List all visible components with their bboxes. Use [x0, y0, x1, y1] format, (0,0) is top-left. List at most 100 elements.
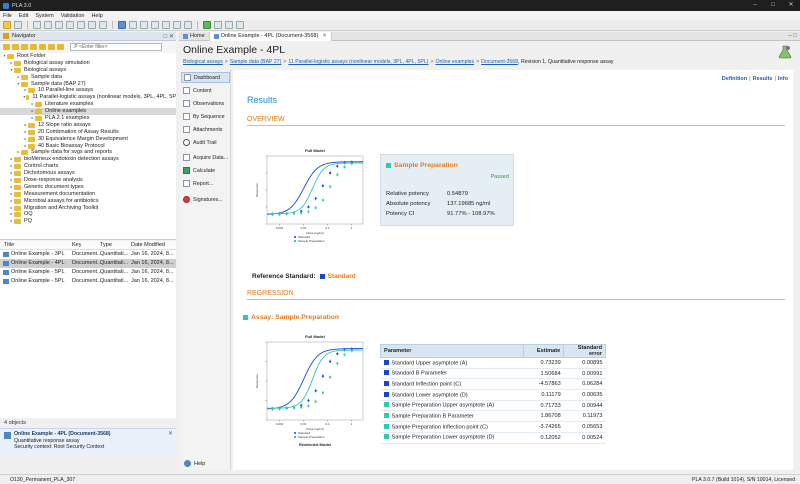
breadcrumb-online-examples[interactable]: Online examples	[435, 59, 474, 65]
tree-item[interactable]: ▸ Control charts	[0, 163, 176, 170]
nav-audit-trail[interactable]: Audit Trail	[181, 137, 230, 148]
settings-icon[interactable]	[236, 21, 244, 29]
results-link[interactable]: Results	[753, 76, 773, 82]
tree-item[interactable]: ▸ Dose-response analysis	[0, 177, 176, 184]
properties-icon[interactable]	[129, 21, 137, 29]
folder-open-icon[interactable]	[30, 44, 37, 50]
help-link[interactable]: Help	[184, 460, 205, 467]
view-links: Definition | Results | Info	[721, 76, 788, 82]
back-icon[interactable]	[214, 21, 222, 29]
folder-icon[interactable]	[3, 44, 10, 50]
menu-file[interactable]: File	[3, 13, 12, 19]
tree-item[interactable]: ▾ Sample data (BAP 27)	[0, 81, 176, 88]
menu-validation[interactable]: Validation	[61, 13, 85, 19]
tree-item[interactable]: ▸ Microbial assays for antibiotics	[0, 198, 176, 205]
filter-input[interactable]: .P <Enter filter>	[70, 43, 162, 51]
export-icon[interactable]	[162, 21, 170, 29]
copy-icon[interactable]	[44, 21, 52, 29]
tree-item[interactable]: ▸ bioMérieux endotoxin detection assays	[0, 156, 176, 163]
close-icon[interactable]: ✕	[782, 0, 800, 11]
tree-item[interactable]: ▸ Dichotomous assays	[0, 170, 176, 177]
tree-item[interactable]: ▸ Online examples	[0, 108, 176, 116]
menu-edit[interactable]: Edit	[19, 13, 28, 19]
redo-icon[interactable]	[88, 21, 96, 29]
nav-acquire-data[interactable]: Acquire Data...	[181, 152, 230, 163]
print-icon[interactable]	[99, 21, 107, 29]
tree-item[interactable]: ▸ PQ	[0, 218, 176, 225]
tree-item[interactable]: ▸ 10 Parallel-line assays	[0, 87, 176, 94]
tree-item[interactable]: ▸ Literature examples	[0, 101, 176, 108]
lock-icon[interactable]	[184, 21, 192, 29]
delete-icon[interactable]	[66, 21, 74, 29]
nav-report[interactable]: Report...	[181, 178, 230, 189]
tree-item[interactable]: ▸ Measurement documentation	[0, 191, 176, 198]
breadcrumb-document[interactable]: Document-3568	[481, 59, 518, 65]
folder-up-icon[interactable]	[12, 44, 19, 50]
folder-new-icon[interactable]	[21, 44, 28, 50]
tree-item[interactable]: ▸ 30 Equivalence Margin Development	[0, 136, 176, 143]
tab-online-example-4pl[interactable]: Online Example - 4PL (Document-3568) ✕	[209, 32, 332, 41]
breadcrumb-sample-data[interactable]: Sample data (BAP 27)	[230, 59, 282, 65]
column-date-modified[interactable]: Date Modified	[131, 241, 165, 250]
menu-help[interactable]: Help	[91, 13, 102, 19]
nav-by-sequence[interactable]: By Sequence	[181, 111, 230, 122]
standard-error-cell: 0.00635	[563, 389, 606, 401]
tree-item[interactable]: ▸ Sample data	[0, 74, 176, 81]
nav-signatures[interactable]: Signatures...	[181, 194, 230, 205]
summary-close-icon[interactable]: ✕	[168, 431, 173, 438]
tree-item[interactable]: ▸ PLA 2.1 examples	[0, 115, 176, 122]
nav-observations[interactable]: Observations	[181, 98, 230, 109]
nav-dashboard[interactable]: Dashboard	[181, 72, 230, 83]
folder-link-icon[interactable]	[57, 44, 64, 50]
list-item[interactable]: Online Example - 4PL Document... Quantitat…	[0, 259, 176, 268]
tab-close-icon[interactable]: ✕	[322, 32, 327, 41]
tree-item[interactable]: ▸ 40 Basic Bioassay Protocol	[0, 143, 176, 150]
column-title[interactable]: Title	[4, 241, 14, 250]
parameter-name: Standard Upper asymptote (A)	[391, 360, 468, 367]
nav-attachments[interactable]: Attachments	[181, 124, 230, 135]
navigator-close-icon[interactable]: □ ✕	[164, 33, 174, 40]
tree-item[interactable]: ▸ 20 Combination of Assay Results	[0, 129, 176, 136]
minimize-icon[interactable]: –	[746, 0, 764, 11]
definition-link[interactable]: Definition	[722, 76, 747, 82]
compare-icon[interactable]	[151, 21, 159, 29]
editor-window-controls[interactable]: – □	[788, 32, 800, 40]
tab-home[interactable]: Home	[179, 32, 210, 41]
tree-item[interactable]: ▸ Biological assay simulation	[0, 60, 176, 67]
tree-item[interactable]: ▾ Biological assays	[0, 67, 176, 74]
tree-item[interactable]: ▸ Migration and Archiving Toolkit	[0, 205, 176, 212]
folder-icon	[14, 177, 21, 183]
import-icon[interactable]	[173, 21, 181, 29]
paste-icon[interactable]	[55, 21, 63, 29]
tree-item[interactable]: ▸ OQ	[0, 211, 176, 218]
tree-item[interactable]: ▸ 12 Slope ratio assays	[0, 122, 176, 129]
save-icon[interactable]	[118, 21, 126, 29]
info-link[interactable]: Info	[778, 76, 788, 82]
list-item[interactable]: Online Example - 3PL Document... Quantitat…	[0, 250, 176, 259]
tree-item[interactable]: ▸ Generic document types	[0, 184, 176, 191]
menu-system[interactable]: System	[35, 13, 53, 19]
nav-content[interactable]: Content	[181, 85, 230, 96]
undo-icon[interactable]	[77, 21, 85, 29]
folder-sync-icon[interactable]	[39, 44, 46, 50]
breadcrumb-parallel-logistic[interactable]: 11 Parallel-logistic assays (nonlinear m…	[288, 59, 428, 65]
estimate-cell: 1.86708	[523, 410, 564, 423]
tree-item[interactable]: ▾ Root Folder	[0, 53, 176, 60]
list-item[interactable]: Online Example - 5PL Document... Quantitat…	[0, 268, 176, 277]
new-folder-icon[interactable]	[3, 21, 11, 29]
maximize-icon[interactable]: □	[764, 0, 782, 11]
column-key[interactable]: Key	[72, 241, 81, 250]
new-document-icon[interactable]	[14, 21, 22, 29]
nav-calculate[interactable]: Calculate	[181, 165, 230, 176]
folder-star-icon[interactable]	[48, 44, 55, 50]
cut-icon[interactable]	[33, 21, 41, 29]
forward-icon[interactable]	[225, 21, 233, 29]
tree-item[interactable]: ▾ 11 Parallel-logistic assays (nonlinear …	[0, 94, 176, 101]
history-icon[interactable]	[140, 21, 148, 29]
column-type[interactable]: Type	[100, 241, 112, 250]
legend-marker-sample	[294, 436, 296, 438]
refresh-icon[interactable]	[203, 21, 211, 29]
breadcrumb-biological-assays[interactable]: Biological assays	[183, 59, 223, 65]
list-item[interactable]: Online Example - 5PL Document... Quantitat…	[0, 277, 176, 286]
tree-item[interactable]: ▸ Sample data for svgs and reports	[0, 149, 176, 156]
